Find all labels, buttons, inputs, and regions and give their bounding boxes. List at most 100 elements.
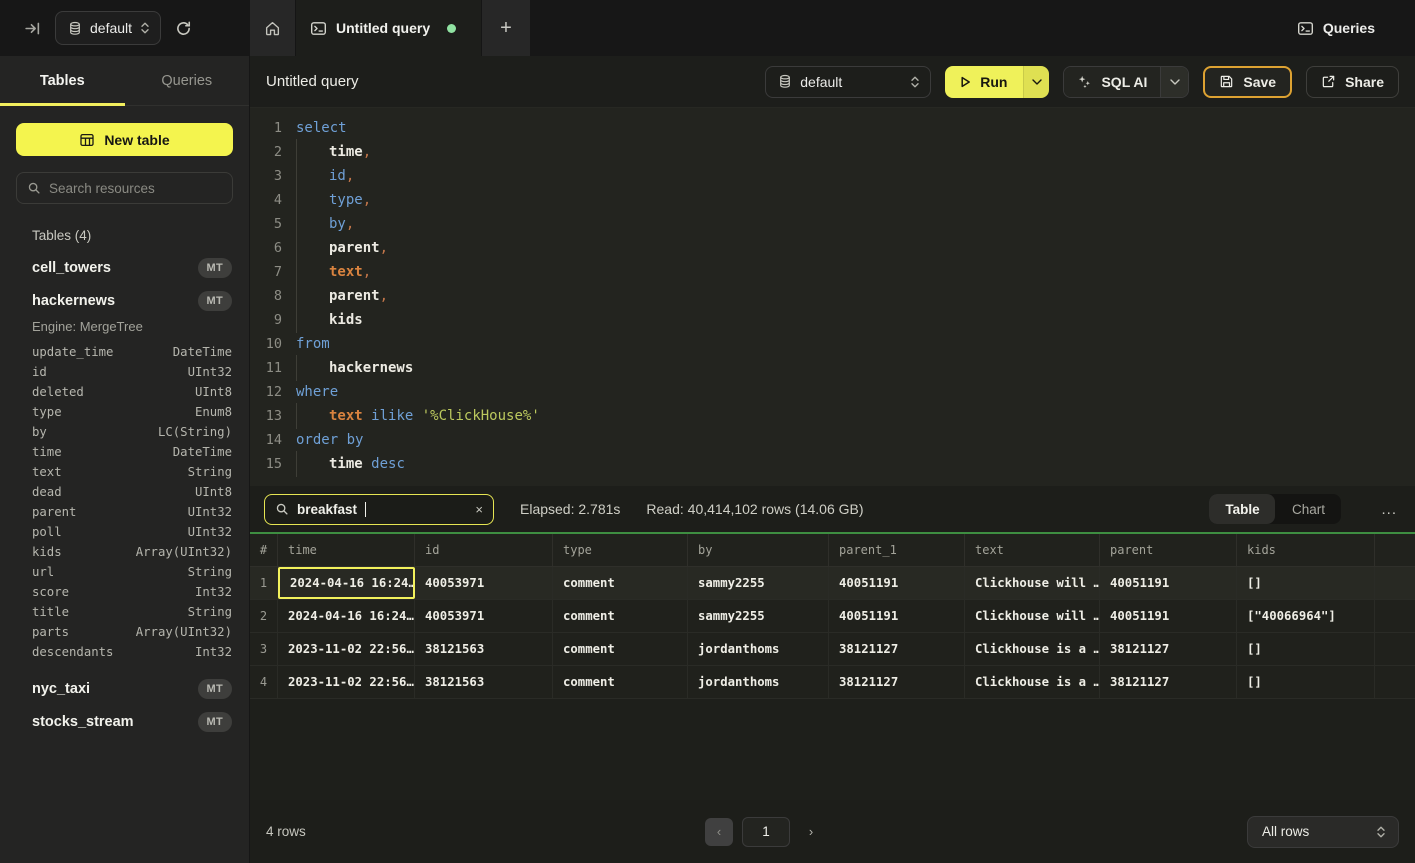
table-cell[interactable]: comment [553, 666, 688, 698]
schema-column-parent[interactable]: parentUInt32 [0, 502, 249, 522]
view-tab-table[interactable]: Table [1209, 494, 1275, 524]
table-cell[interactable]: comment [553, 633, 688, 665]
column-header-time[interactable]: time [278, 534, 415, 566]
sql-ai-button[interactable]: SQL AI [1064, 67, 1160, 97]
more-options-icon[interactable]: ... [1381, 501, 1397, 518]
code-line[interactable]: 10from [250, 332, 1415, 356]
schema-column-poll[interactable]: pollUInt32 [0, 522, 249, 542]
database-selector[interactable]: default [55, 11, 161, 45]
code-line[interactable]: 5by, [250, 212, 1415, 236]
table-cell[interactable]: [] [1237, 666, 1375, 698]
sidebar-table-hackernews[interactable]: hackernews MT [0, 284, 249, 317]
column-header-parent[interactable]: parent [1100, 534, 1237, 566]
tab-home[interactable] [250, 0, 296, 56]
schema-column-update_time[interactable]: update_timeDateTime [0, 342, 249, 362]
schema-column-score[interactable]: scoreInt32 [0, 582, 249, 602]
prev-page-button[interactable]: ‹ [705, 818, 733, 846]
schema-column-type[interactable]: typeEnum8 [0, 402, 249, 422]
share-button[interactable]: Share [1306, 66, 1399, 98]
schema-column-deleted[interactable]: deletedUInt8 [0, 382, 249, 402]
table-cell[interactable]: jordanthoms [688, 666, 829, 698]
table-cell[interactable]: 40051191 [1100, 600, 1237, 632]
new-tab-button[interactable]: + [482, 0, 530, 56]
column-header-index[interactable]: # [250, 534, 278, 566]
code-line[interactable]: 12where [250, 380, 1415, 404]
table-cell[interactable]: Clickhouse is a … [965, 666, 1100, 698]
table-cell[interactable]: jordanthoms [688, 633, 829, 665]
run-options-button[interactable] [1023, 66, 1049, 98]
sidebar-table-cell_towers[interactable]: cell_towers MT [0, 251, 249, 284]
schema-column-descendants[interactable]: descendantsInt32 [0, 642, 249, 662]
sidebar-table-stocks_stream[interactable]: stocks_stream MT [0, 705, 249, 738]
code-line[interactable]: 1select [250, 116, 1415, 140]
table-cell[interactable]: sammy2255 [688, 567, 829, 599]
table-cell[interactable]: 2024-04-16 16:24… [278, 600, 415, 632]
results-search[interactable]: breakfast × [264, 494, 494, 525]
schema-column-text[interactable]: textString [0, 462, 249, 482]
column-header-kids[interactable]: kids [1237, 534, 1375, 566]
page-number-input[interactable]: 1 [742, 817, 790, 847]
schema-column-time[interactable]: timeDateTime [0, 442, 249, 462]
page-size-selector[interactable]: All rows [1247, 816, 1399, 848]
table-cell[interactable]: sammy2255 [688, 600, 829, 632]
code-line[interactable]: 6parent, [250, 236, 1415, 260]
refresh-icon[interactable] [175, 20, 192, 37]
clear-search-icon[interactable]: × [475, 502, 483, 517]
table-cell[interactable]: Clickhouse will … [965, 567, 1100, 599]
table-cell[interactable]: 2023-11-02 22:56… [278, 633, 415, 665]
table-cell[interactable]: 2023-11-02 22:56… [278, 666, 415, 698]
table-cell[interactable]: 40053971 [415, 600, 553, 632]
schema-column-dead[interactable]: deadUInt8 [0, 482, 249, 502]
table-cell[interactable]: [] [1237, 567, 1375, 599]
column-header-id[interactable]: id [415, 534, 553, 566]
schema-column-by[interactable]: byLC(String) [0, 422, 249, 442]
view-tab-chart[interactable]: Chart [1275, 494, 1341, 524]
column-header-text[interactable]: text [965, 534, 1100, 566]
schema-column-url[interactable]: urlString [0, 562, 249, 582]
table-cell[interactable]: 38121127 [829, 666, 965, 698]
schema-column-title[interactable]: titleString [0, 602, 249, 622]
table-cell[interactable]: comment [553, 567, 688, 599]
schema-column-kids[interactable]: kidsArray(UInt32) [0, 542, 249, 562]
schema-column-parts[interactable]: partsArray(UInt32) [0, 622, 249, 642]
tab-untitled-query[interactable]: Untitled query [296, 0, 482, 56]
search-resources-input[interactable] [49, 181, 222, 196]
code-line[interactable]: 15time desc [250, 452, 1415, 476]
code-line[interactable]: 7text, [250, 260, 1415, 284]
code-line[interactable]: 9kids [250, 308, 1415, 332]
table-cell[interactable]: Clickhouse will … [965, 600, 1100, 632]
code-line[interactable]: 3id, [250, 164, 1415, 188]
code-line[interactable]: 13text ilike '%ClickHouse%' [250, 404, 1415, 428]
table-cell[interactable]: 40051191 [1100, 567, 1237, 599]
sidebar-search[interactable] [16, 172, 233, 204]
save-button[interactable]: Save [1203, 66, 1292, 98]
sql-editor[interactable]: 1select2time,3id,4type,5by,6parent,7text… [250, 108, 1415, 486]
table-cell[interactable]: [] [1237, 633, 1375, 665]
table-cell[interactable]: ["40066964"] [1237, 600, 1375, 632]
queries-button[interactable]: Queries [1297, 0, 1415, 56]
sidebar-tab-tables[interactable]: Tables [0, 56, 125, 105]
sidebar-tab-queries[interactable]: Queries [125, 56, 250, 105]
column-header-by[interactable]: by [688, 534, 829, 566]
table-cell[interactable]: Clickhouse is a … [965, 633, 1100, 665]
table-cell[interactable]: 38121127 [829, 633, 965, 665]
code-line[interactable]: 11hackernews [250, 356, 1415, 380]
table-cell[interactable]: 38121127 [1100, 666, 1237, 698]
table-cell[interactable]: 40051191 [829, 567, 965, 599]
table-cell[interactable]: comment [553, 600, 688, 632]
sql-ai-options-button[interactable] [1160, 67, 1188, 97]
table-cell[interactable]: 38121563 [415, 666, 553, 698]
schema-column-id[interactable]: idUInt32 [0, 362, 249, 382]
next-page-button[interactable]: › [799, 818, 823, 846]
table-cell[interactable]: 2024-04-16 16:24… [278, 567, 415, 599]
column-header-parent_1[interactable]: parent_1 [829, 534, 965, 566]
code-line[interactable]: 2time, [250, 140, 1415, 164]
run-button[interactable]: Run [945, 66, 1023, 98]
collapse-sidebar-icon[interactable] [24, 20, 41, 37]
code-line[interactable]: 4type, [250, 188, 1415, 212]
editor-database-selector[interactable]: default [765, 66, 931, 98]
code-line[interactable]: 8parent, [250, 284, 1415, 308]
new-table-button[interactable]: New table [16, 123, 233, 156]
table-cell[interactable]: 38121563 [415, 633, 553, 665]
table-cell[interactable]: 38121127 [1100, 633, 1237, 665]
